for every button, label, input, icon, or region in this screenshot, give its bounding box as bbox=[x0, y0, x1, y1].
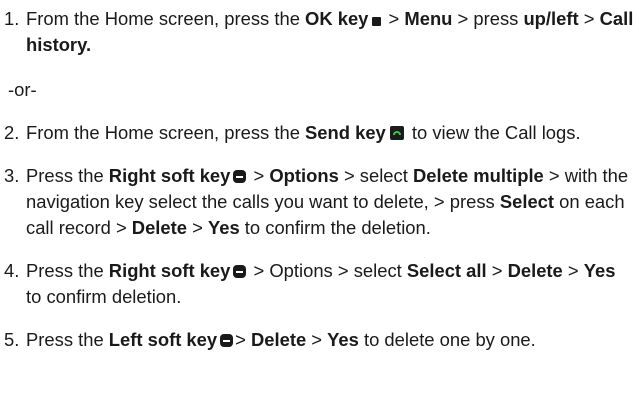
right-soft-key-icon bbox=[233, 170, 247, 183]
ok-key-icon bbox=[372, 17, 382, 26]
step-number: 5. bbox=[4, 329, 20, 350]
text-run: From the Home screen, press the bbox=[26, 8, 306, 29]
left-soft-key-label: Left soft key bbox=[108, 329, 218, 350]
step-4: 4. Press the Right soft key > Options > … bbox=[4, 258, 635, 310]
step-text: Press the Right soft key > Options > sel… bbox=[26, 258, 635, 310]
step-number: 2. bbox=[4, 122, 20, 143]
step-text: Press the Right soft key > Options > sel… bbox=[26, 163, 635, 241]
step-text: From the Home screen, press the OK key >… bbox=[26, 6, 635, 58]
text-run: > bbox=[578, 8, 600, 29]
text-run: > bbox=[235, 329, 251, 350]
step-number: 1. bbox=[4, 8, 20, 29]
send-key-label: Send key bbox=[305, 122, 386, 143]
text-run: to view the Call logs. bbox=[406, 122, 581, 143]
step-text: Press the Left soft key > Delete > Yes to… bbox=[26, 327, 635, 353]
text-run: > press bbox=[452, 8, 524, 29]
right-soft-key-icon bbox=[233, 265, 247, 278]
yes-label: Yes bbox=[207, 217, 240, 238]
text-run: Press the bbox=[26, 165, 109, 186]
delete-multiple-label: Delete multiple bbox=[412, 165, 544, 186]
menu-label: Menu bbox=[404, 8, 453, 29]
text-run: > bbox=[486, 260, 508, 281]
yes-label: Yes bbox=[583, 260, 616, 281]
text-run: > bbox=[306, 329, 328, 350]
step-3: 3. Press the Right soft key > Options > … bbox=[4, 163, 635, 241]
delete-label: Delete bbox=[507, 260, 563, 281]
ok-key-label: OK key bbox=[305, 8, 369, 29]
text-run: to confirm deletion. bbox=[26, 286, 182, 307]
delete-label: Delete bbox=[131, 217, 187, 238]
step-text: From the Home screen, press the Send key… bbox=[26, 120, 635, 146]
text-run: > bbox=[383, 8, 405, 29]
options-label: Options bbox=[269, 165, 339, 186]
yes-label: Yes bbox=[327, 329, 359, 350]
left-soft-key-icon bbox=[220, 334, 234, 347]
right-soft-key-label: Right soft key bbox=[108, 165, 231, 186]
text-run: Press the bbox=[26, 260, 109, 281]
select-all-label: Select all bbox=[406, 260, 487, 281]
right-soft-key-label: Right soft key bbox=[108, 260, 231, 281]
text-run: to delete one by one. bbox=[358, 329, 536, 350]
step-2: 2. From the Home screen, press the Send … bbox=[4, 120, 635, 146]
select-label: Select bbox=[499, 191, 555, 212]
text-run: to confirm the deletion. bbox=[239, 217, 431, 238]
step-number: 3. bbox=[4, 165, 20, 186]
step-5: 5. Press the Left soft key > Delete > Yes… bbox=[4, 327, 635, 353]
or-separator: -or- bbox=[8, 79, 37, 100]
text-run: > Options > select bbox=[248, 260, 407, 281]
step-1: 1. From the Home screen, press the OK ke… bbox=[4, 6, 635, 58]
step-number: 4. bbox=[4, 260, 20, 281]
send-key-icon bbox=[389, 126, 404, 140]
text-run: > bbox=[187, 217, 208, 238]
instructions-document: 1. From the Home screen, press the OK ke… bbox=[0, 0, 639, 410]
text-run: > bbox=[562, 260, 584, 281]
text-run: > select bbox=[338, 165, 413, 186]
up-left-label: up/left bbox=[523, 8, 579, 29]
text-run: Press the bbox=[26, 329, 109, 350]
delete-label: Delete bbox=[250, 329, 307, 350]
text-run: > bbox=[248, 165, 270, 186]
text-run: From the Home screen, press the bbox=[26, 122, 306, 143]
